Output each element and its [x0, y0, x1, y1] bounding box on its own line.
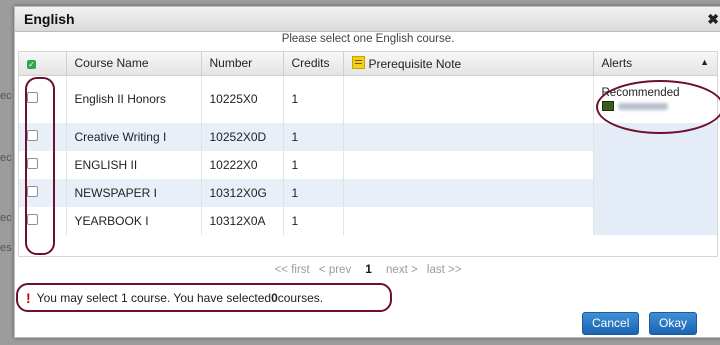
- alerts-label: Alerts: [601, 56, 633, 71]
- message-text-after: courses.: [277, 291, 324, 305]
- column-header-course-name[interactable]: Course Name: [66, 52, 202, 76]
- table-row[interactable]: NEWSPAPER I 10312X0G 1: [19, 179, 717, 207]
- course-credits-cell: 1: [283, 151, 344, 179]
- course-checkbox[interactable]: [27, 214, 38, 225]
- course-checkbox[interactable]: [27, 92, 38, 104]
- cancel-button[interactable]: Cancel: [582, 312, 640, 335]
- course-credits-cell: 1: [283, 207, 344, 235]
- course-name-cell: Creative Writing I: [66, 123, 202, 151]
- table-row[interactable]: English II Honors 10225X0 1 Recommended: [19, 75, 717, 123]
- table-row[interactable]: ENGLISH II 10222X0 1: [19, 151, 717, 179]
- redacted-teacher-name: [617, 102, 668, 110]
- background-text-fragment: ec: [0, 90, 12, 102]
- recommended-label: Recommended: [601, 87, 680, 100]
- course-number-cell: 10252X0D: [201, 123, 284, 151]
- course-name-cell: ENGLISH II: [66, 151, 202, 179]
- course-name-cell: YEARBOOK I: [66, 207, 202, 235]
- select-all-header[interactable]: ✓: [19, 52, 67, 76]
- course-number-cell: 10225X0: [201, 75, 284, 123]
- course-checkbox[interactable]: [27, 186, 38, 197]
- recommending-teacher: [601, 101, 710, 112]
- course-number-cell: 10312X0G: [201, 179, 284, 207]
- close-icon[interactable]: ✖: [707, 11, 719, 28]
- table-row[interactable]: YEARBOOK I 10312X0A 1: [19, 207, 717, 235]
- check-icon: ✓: [27, 60, 36, 70]
- pagination: << first < prev 1 next > last >>: [15, 264, 720, 276]
- pager-next-link[interactable]: next >: [386, 264, 418, 276]
- sort-up-icon[interactable]: ▲: [700, 57, 709, 67]
- pager-prev-link[interactable]: < prev: [319, 264, 351, 276]
- prerequisite-note-cell: [343, 123, 594, 151]
- alert-cell: [593, 123, 717, 151]
- teacher-icon: [601, 101, 614, 112]
- alert-cell: [593, 179, 717, 207]
- selected-count: 0: [271, 291, 278, 305]
- dialog-instruction: Please select one English course.: [281, 33, 455, 45]
- selection-message: ! You may select 1 course. You have sele…: [26, 290, 323, 306]
- column-header-credits[interactable]: Credits: [283, 52, 344, 76]
- column-header-alerts[interactable]: Alerts ▲: [593, 52, 717, 76]
- column-header-number[interactable]: Number: [201, 52, 284, 76]
- dialog-title: English: [24, 11, 75, 27]
- prerequisite-note-label: Prerequisite Note: [368, 56, 462, 71]
- message-text-before: You may select 1 course. You have select…: [36, 291, 272, 305]
- course-grid: ✓ Course Name Number Credits Prerequisit…: [18, 51, 718, 257]
- course-number-cell: 10222X0: [201, 151, 284, 179]
- course-name-cell: English II Honors: [66, 75, 202, 123]
- dialog-titlebar: English ✖: [15, 7, 720, 32]
- course-credits-cell: 1: [283, 75, 344, 123]
- note-icon: [351, 55, 365, 69]
- alert-cell: [593, 151, 717, 179]
- course-credits-cell: 1: [283, 179, 344, 207]
- course-name-cell: NEWSPAPER I: [66, 179, 202, 207]
- prerequisite-note-cell: [343, 179, 594, 207]
- pager-last-link[interactable]: last >>: [427, 264, 462, 276]
- course-credits-cell: 1: [283, 123, 344, 151]
- warning-icon: !: [26, 290, 31, 306]
- prerequisite-note-cell: [343, 75, 594, 123]
- prerequisite-note-cell: [343, 151, 594, 179]
- background-text-fragment: es: [0, 242, 12, 254]
- prerequisite-note-cell: [343, 207, 594, 235]
- course-number-cell: 10312X0A: [201, 207, 284, 235]
- course-checkbox[interactable]: [27, 130, 38, 141]
- column-header-prerequisite-note[interactable]: Prerequisite Note: [343, 52, 594, 76]
- background-text-fragment: ec: [0, 152, 12, 164]
- alert-cell: [593, 207, 717, 235]
- table-row[interactable]: Creative Writing I 10252X0D 1: [19, 123, 717, 151]
- course-checkbox[interactable]: [27, 158, 38, 169]
- pager-current-page: 1: [365, 264, 372, 276]
- alert-cell: Recommended: [593, 75, 717, 123]
- pager-first-link[interactable]: << first: [275, 264, 310, 276]
- okay-button[interactable]: Okay: [649, 312, 698, 335]
- background-text-fragment: ec: [0, 212, 12, 224]
- course-selection-dialog: English ✖ Please select one English cour…: [14, 6, 720, 338]
